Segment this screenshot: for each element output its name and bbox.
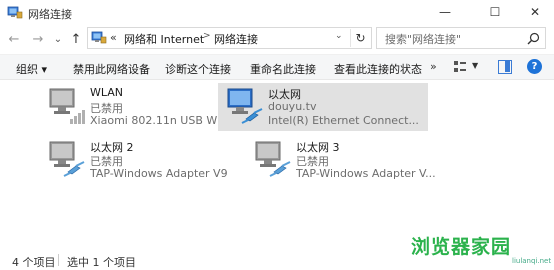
forward-arrow-icon[interactable]: → bbox=[30, 31, 46, 47]
watermark-url: liulanqi.net bbox=[512, 257, 552, 265]
network-connections-icon bbox=[7, 6, 23, 19]
status-divider bbox=[58, 254, 59, 266]
connection-status: douyu.tv bbox=[268, 100, 317, 113]
selection-count: 选中 1 个项目 bbox=[67, 256, 136, 269]
search-placeholder: 搜索"网络连接" bbox=[385, 33, 462, 46]
view-status-button[interactable]: 查看此连接的状态 bbox=[334, 61, 422, 77]
recent-locations-chevron-icon[interactable]: ⌄ bbox=[50, 31, 66, 47]
up-arrow-icon[interactable]: ↑ bbox=[68, 31, 84, 47]
view-dropdown-icon[interactable]: ▼ bbox=[472, 61, 478, 70]
ethernet-adapter-icon bbox=[49, 141, 85, 177]
connection-name: WLAN bbox=[90, 86, 124, 99]
connection-item-ethernet[interactable]: 以太网 douyu.tv Intel(R) Ethernet Connect..… bbox=[218, 83, 428, 131]
connection-item-ethernet-3[interactable]: 以太网 3 已禁用 TAP-Windows Adapter V... bbox=[246, 136, 456, 184]
rename-connection-button[interactable]: 重命名此连接 bbox=[250, 61, 316, 77]
address-dropdown-icon[interactable]: ⌄ bbox=[335, 31, 343, 41]
command-bar: 组织 ▾ 禁用此网络设备 诊断这个连接 重命名此连接 查看此连接的状态 » ▼ … bbox=[0, 54, 554, 80]
address-bar[interactable]: « 网络和 Internet > 网络连接 ⌄ ↻ bbox=[87, 27, 372, 49]
connection-device: TAP-Windows Adapter V... bbox=[296, 167, 436, 180]
wireless-adapter-icon bbox=[49, 88, 85, 124]
more-commands-chevron-icon[interactable]: » bbox=[430, 60, 437, 73]
watermark-logo: 浏览器家园 bbox=[411, 236, 512, 258]
back-arrow-icon[interactable]: ← bbox=[6, 31, 22, 47]
maximize-button[interactable]: ☐ bbox=[475, 0, 515, 24]
preview-pane-icon[interactable] bbox=[498, 60, 512, 74]
connection-item-ethernet-2[interactable]: 以太网 2 已禁用 TAP-Windows Adapter V9 bbox=[40, 136, 250, 184]
ethernet-adapter-icon bbox=[255, 141, 291, 177]
search-box[interactable]: 搜索"网络连接" bbox=[376, 27, 546, 49]
breadcrumb-network-internet[interactable]: 网络和 Internet bbox=[124, 31, 204, 47]
ethernet-adapter-icon bbox=[227, 88, 263, 124]
item-count: 4 个项目 bbox=[12, 256, 56, 269]
refresh-icon[interactable]: ↻ bbox=[350, 29, 370, 47]
disable-device-button[interactable]: 禁用此网络设备 bbox=[73, 61, 150, 77]
window-title: 网络连接 bbox=[28, 8, 72, 21]
organize-menu[interactable]: 组织 ▾ bbox=[16, 61, 47, 77]
search-icon[interactable] bbox=[527, 32, 540, 45]
help-icon[interactable]: ? bbox=[527, 59, 542, 74]
breadcrumb-network-connections[interactable]: 网络连接 bbox=[214, 31, 258, 47]
connection-device: Intel(R) Ethernet Connect... bbox=[268, 114, 419, 127]
connection-device: TAP-Windows Adapter V9 bbox=[90, 167, 228, 180]
close-button[interactable]: ✕ bbox=[515, 0, 554, 24]
change-view-icon[interactable] bbox=[453, 60, 467, 74]
network-connections-icon bbox=[91, 31, 107, 44]
minimize-button[interactable]: — bbox=[425, 0, 465, 24]
title-bar: 网络连接 — ☐ ✕ bbox=[0, 0, 554, 26]
breadcrumb-overflow[interactable]: « bbox=[110, 31, 117, 44]
diagnose-connection-button[interactable]: 诊断这个连接 bbox=[165, 61, 231, 77]
breadcrumb-separator[interactable]: > bbox=[203, 31, 211, 41]
